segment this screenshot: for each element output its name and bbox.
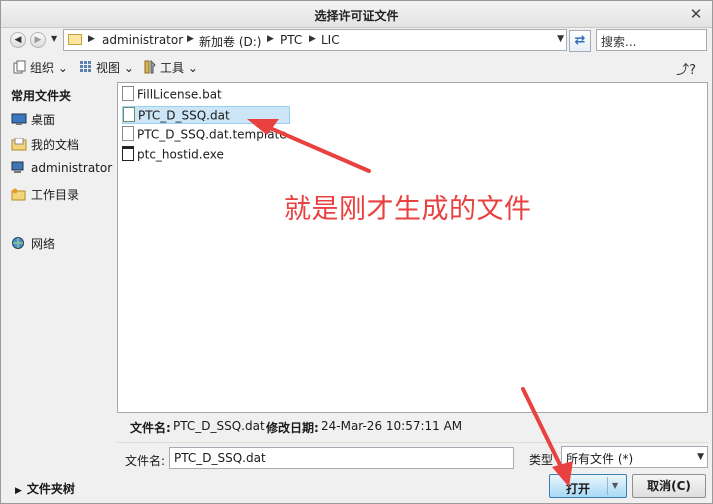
chevron-right-icon[interactable]: ▶ — [187, 34, 194, 44]
sidebar-header: 常用文件夹 — [11, 89, 72, 103]
details-modified-value: 24-Mar-26 10:57:11 AM — [321, 419, 463, 433]
dat-file-icon — [123, 107, 135, 122]
file-dialog-window: 选择许可证文件 ✕ ◀ ▶ ▼ ▶ administrator ▶ 新加卷 (D… — [0, 0, 713, 504]
address-bar[interactable]: ▶ administrator ▶ 新加卷 (D:) ▶ PTC ▶ LIC ▼ — [63, 29, 567, 51]
sidebar: 常用文件夹 桌面 我的文档 administrator 工作目录 网络 — [9, 83, 115, 413]
file-name: PTC_D_SSQ.dat — [138, 108, 230, 123]
cancel-button[interactable]: 取消(C) — [632, 474, 706, 498]
computer-icon — [11, 161, 24, 173]
folder-icon — [68, 34, 82, 45]
network-icon — [12, 237, 24, 249]
search-input[interactable]: 搜索... — [596, 29, 707, 51]
filename-field[interactable]: PTC_D_SSQ.dat — [169, 447, 514, 469]
folder-tree-toggle[interactable]: ▶ 文件夹树 — [15, 480, 75, 497]
breadcrumb-lic[interactable]: LIC — [321, 33, 340, 47]
file-details-bar: 文件名: PTC_D_SSQ.dat 修改日期: 24-Mar-26 10:57… — [117, 415, 708, 437]
view-button[interactable]: 视图 ⌄ — [79, 59, 134, 77]
chevron-down-icon: ⌄ — [57, 61, 68, 75]
breadcrumb-ptc[interactable]: PTC — [280, 33, 302, 47]
list-item-file-selected[interactable]: PTC_D_SSQ.dat — [122, 106, 290, 124]
details-modified-label: 修改日期: — [266, 421, 319, 435]
chevron-down-icon: ⌄ — [187, 61, 198, 75]
open-button-label: 打开 — [566, 482, 591, 496]
sidebar-item-administrator[interactable]: administrator — [11, 161, 112, 179]
bat-file-icon — [122, 86, 134, 101]
tools-icon — [144, 60, 156, 74]
chevron-down-icon: ▼ — [697, 452, 704, 462]
file-name: FillLicense.bat — [137, 87, 222, 102]
file-type-value: 所有文件 (*) — [566, 452, 634, 466]
sidebar-item-label: 工作目录 — [31, 188, 80, 202]
sidebar-item-documents[interactable]: 我的文档 — [11, 136, 79, 154]
tools-label: 工具 — [160, 61, 185, 75]
close-icon[interactable]: ✕ — [688, 6, 704, 22]
tools-button[interactable]: 工具 ⌄ — [143, 59, 198, 77]
title-bar: 选择许可证文件 ✕ — [1, 1, 712, 28]
sidebar-item-label: 网络 — [31, 237, 56, 251]
toolbar: 组织 ⌄ 视图 ⌄ 工具 ⌄ ⤴? — [1, 56, 712, 80]
sidebar-item-label: 桌面 — [31, 113, 56, 127]
chevron-down-icon: ⌄ — [123, 61, 134, 75]
file-list-pane[interactable]: FillLicense.bat PTC_D_SSQ.dat PTC_D_SSQ.… — [117, 82, 708, 413]
context-help-icon[interactable]: ⤴? — [676, 59, 696, 78]
dialog-title: 选择许可证文件 — [314, 9, 399, 23]
chevron-right-icon[interactable]: ▶ — [267, 34, 274, 44]
open-button[interactable]: 打开 ▼ — [549, 474, 627, 498]
breadcrumb-drive-d[interactable]: 新加卷 (D:) — [199, 33, 261, 50]
chevron-right-icon[interactable]: ▶ — [309, 34, 316, 44]
expand-arrow-icon: ▶ — [15, 486, 22, 496]
sidebar-item-network[interactable]: 网络 — [11, 235, 55, 253]
organize-label: 组织 — [30, 61, 55, 75]
annotation-text: 就是刚才生成的文件 — [284, 194, 532, 225]
file-type-select[interactable]: 所有文件 (*) ▼ — [561, 446, 708, 468]
details-filename-value: PTC_D_SSQ.dat — [173, 419, 265, 433]
file-type-label: 类型 — [529, 453, 554, 467]
view-label: 视图 — [96, 61, 121, 75]
open-dropdown-icon[interactable]: ▼ — [612, 481, 618, 490]
sidebar-item-working-directory[interactable]: 工作目录 — [11, 186, 79, 204]
organize-icon — [13, 60, 26, 74]
file-name: ptc_hostid.exe — [137, 147, 224, 162]
sidebar-item-desktop[interactable]: 桌面 — [11, 111, 55, 129]
search-placeholder: 搜索... — [601, 35, 637, 49]
navigation-bar: ◀ ▶ ▼ ▶ administrator ▶ 新加卷 (D:) ▶ PTC ▶… — [1, 28, 712, 54]
documents-icon — [11, 138, 27, 151]
address-dropdown-icon[interactable]: ▼ — [557, 34, 564, 44]
sidebar-item-label: 我的文档 — [31, 138, 80, 152]
split-divider — [607, 477, 608, 495]
breadcrumb-administrator[interactable]: administrator — [102, 33, 183, 47]
filename-row: 文件名: PTC_D_SSQ.dat 类型 所有文件 (*) ▼ — [117, 442, 708, 472]
working-dir-icon — [11, 188, 26, 201]
list-item-file[interactable]: PTC_D_SSQ.dat.template — [122, 126, 292, 144]
exe-file-icon — [122, 146, 134, 161]
refresh-icon[interactable]: ⇄ — [569, 30, 591, 52]
chevron-right-icon[interactable]: ▶ — [88, 34, 95, 44]
details-filename-label: 文件名: — [130, 421, 171, 435]
list-item-file[interactable]: ptc_hostid.exe — [122, 146, 292, 164]
forward-arrow-icon[interactable]: ▶ — [30, 32, 46, 48]
folder-tree-label: 文件夹树 — [26, 482, 75, 496]
organize-button[interactable]: 组织 ⌄ — [13, 59, 68, 77]
list-item-file[interactable]: FillLicense.bat — [122, 86, 292, 104]
dialog-footer: ▶ 文件夹树 打开 ▼ 取消(C) — [1, 473, 712, 503]
filename-label: 文件名: — [125, 454, 166, 468]
history-dropdown-icon[interactable]: ▼ — [51, 34, 57, 43]
back-arrow-icon[interactable]: ◀ — [10, 32, 26, 48]
sidebar-item-label: administrator — [31, 161, 113, 175]
file-name: PTC_D_SSQ.dat.template — [137, 127, 287, 142]
desktop-icon — [11, 113, 27, 125]
filename-field-value: PTC_D_SSQ.dat — [174, 451, 266, 465]
generic-file-icon — [122, 126, 134, 141]
view-icon — [80, 61, 91, 72]
